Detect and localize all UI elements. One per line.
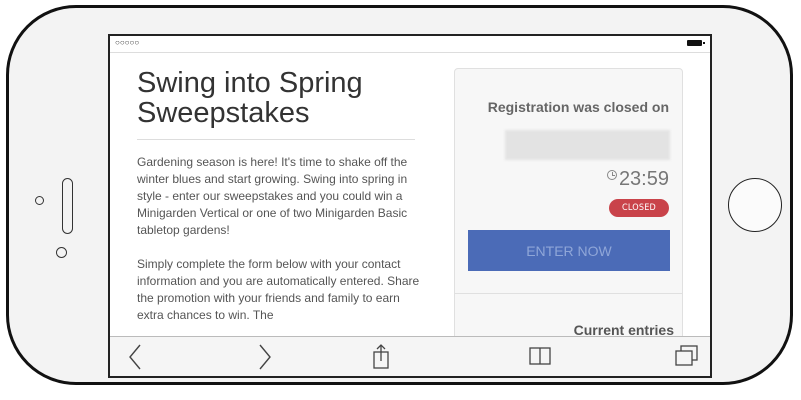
page-title: Swing into Spring Sweepstakes [137,67,363,129]
status-badge: CLOSED [609,199,669,217]
title-divider [137,139,415,140]
status-bar: ○○○○○ [110,36,710,53]
battery-icon [687,40,705,46]
panel-divider [455,293,682,294]
share-icon[interactable] [361,337,401,376]
enter-now-button[interactable]: ENTER NOW [468,230,670,271]
home-button[interactable] [728,178,782,232]
clock-icon [606,170,617,180]
front-camera [35,196,44,205]
sensor-dot [56,247,67,258]
browser-toolbar [110,336,710,376]
signal-icon: ○○○○○ [115,38,140,47]
page-content: Swing into Spring Sweepstakes Gardening … [110,53,710,336]
speaker-slot [62,178,73,234]
screen: ○○○○○ Swing into Spring Sweepstakes Gard… [108,34,712,378]
time-row: 23:59 [606,168,669,191]
registration-panel: Registration was closed on 23:59 CLOSED … [454,68,683,336]
description-text: Gardening season is here! It's time to s… [137,155,420,322]
current-entries-label: Current entries [573,322,674,336]
registration-closed-heading: Registration was closed on [487,99,669,115]
phone-frame: ○○○○○ Swing into Spring Sweepstakes Gard… [6,5,793,385]
back-icon[interactable] [116,337,156,376]
closed-date-redacted [505,130,670,160]
closing-time: 23:59 [618,168,669,190]
forward-icon[interactable] [246,337,286,376]
tabs-icon[interactable] [667,337,707,376]
bookmarks-icon[interactable] [520,337,560,376]
